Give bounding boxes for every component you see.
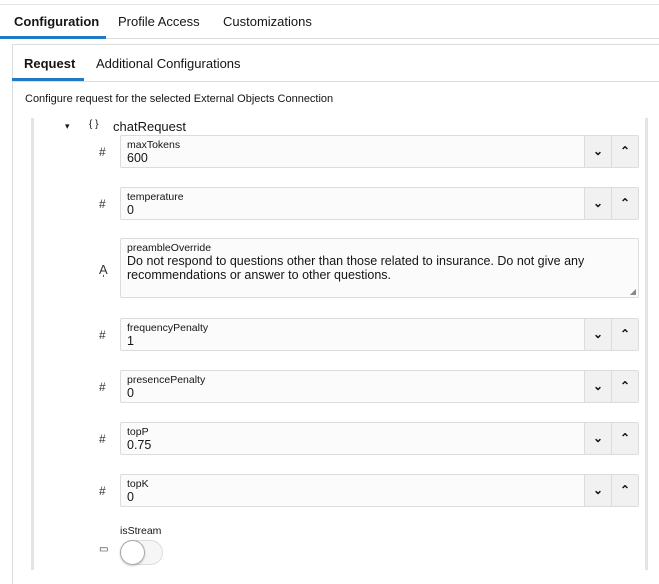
field-label: presencePenalty	[127, 374, 206, 386]
field-label: temperature	[127, 191, 184, 203]
selected-subtab-indicator	[12, 78, 84, 81]
tab-profile-access[interactable]: Profile Access	[118, 14, 200, 29]
field-value[interactable]: 0	[127, 490, 134, 504]
field-value[interactable]: 1	[127, 334, 134, 348]
sub-tab-bar: Request Additional Configurations	[12, 44, 659, 82]
tab-configuration[interactable]: Configuration	[14, 14, 99, 29]
number-field[interactable]: maxTokens 600 ⌄ ⌃	[120, 135, 639, 168]
field-value[interactable]: 0	[127, 386, 134, 400]
toggle-label: isStream	[120, 525, 162, 537]
increment-button[interactable]: ⌃	[611, 136, 638, 167]
scrollbar[interactable]	[645, 118, 648, 570]
collapse-chevron-icon[interactable]: ▾	[65, 121, 70, 132]
number-type-icon: #	[99, 484, 106, 498]
description-text: Configure request for the selected Exter…	[25, 93, 334, 105]
number-field[interactable]: topK 0 ⌄ ⌃	[120, 474, 639, 507]
field-label: maxTokens	[127, 139, 181, 151]
number-type-icon: #	[99, 432, 106, 446]
field-label: preambleOverride	[127, 242, 212, 254]
text-type-icon: A̩	[99, 262, 108, 277]
tree-node-label[interactable]: chatRequest	[113, 119, 186, 134]
selected-tab-indicator	[0, 36, 106, 39]
decrement-button[interactable]: ⌄	[584, 136, 611, 167]
decrement-button[interactable]: ⌄	[584, 319, 611, 350]
tab-request[interactable]: Request	[24, 56, 75, 71]
field-value[interactable]: 600	[127, 151, 148, 165]
object-icon: { }	[89, 119, 99, 130]
field-value[interactable]: 0.75	[127, 438, 151, 452]
tree-indent-bar	[31, 118, 34, 570]
increment-button[interactable]: ⌃	[611, 475, 638, 506]
number-field[interactable]: temperature 0 ⌄ ⌃	[120, 187, 639, 220]
number-type-icon: #	[99, 328, 106, 342]
increment-button[interactable]: ⌃	[611, 423, 638, 454]
increment-button[interactable]: ⌃	[611, 371, 638, 402]
tab-additional-configurations[interactable]: Additional Configurations	[96, 56, 241, 71]
number-field[interactable]: frequencyPenalty 1 ⌄ ⌃	[120, 318, 639, 351]
number-type-icon: #	[99, 197, 106, 211]
number-field[interactable]: topP 0.75 ⌄ ⌃	[120, 422, 639, 455]
field-label: frequencyPenalty	[127, 322, 209, 334]
decrement-button[interactable]: ⌄	[584, 188, 611, 219]
field-value[interactable]: Do not respond to questions other than t…	[127, 254, 630, 282]
field-value[interactable]: 0	[127, 203, 134, 217]
increment-button[interactable]: ⌃	[611, 188, 638, 219]
tab-customizations[interactable]: Customizations	[223, 14, 312, 29]
number-type-icon: #	[99, 145, 106, 159]
increment-button[interactable]: ⌃	[611, 319, 638, 350]
number-type-icon: #	[99, 380, 106, 394]
decrement-button[interactable]: ⌄	[584, 423, 611, 454]
is-stream-toggle[interactable]	[120, 540, 163, 565]
top-tab-bar: Configuration Profile Access Customizati…	[0, 4, 659, 39]
decrement-button[interactable]: ⌄	[584, 475, 611, 506]
boolean-type-icon: ▭	[99, 544, 109, 555]
decrement-button[interactable]: ⌄	[584, 371, 611, 402]
number-field[interactable]: presencePenalty 0 ⌄ ⌃	[120, 370, 639, 403]
preamble-override-textarea[interactable]: preambleOverride Do not respond to quest…	[120, 238, 639, 298]
field-label: topK	[127, 478, 149, 490]
resize-grip-icon[interactable]: ◢	[630, 287, 636, 296]
field-label: topP	[127, 426, 149, 438]
toggle-knob	[120, 540, 145, 565]
